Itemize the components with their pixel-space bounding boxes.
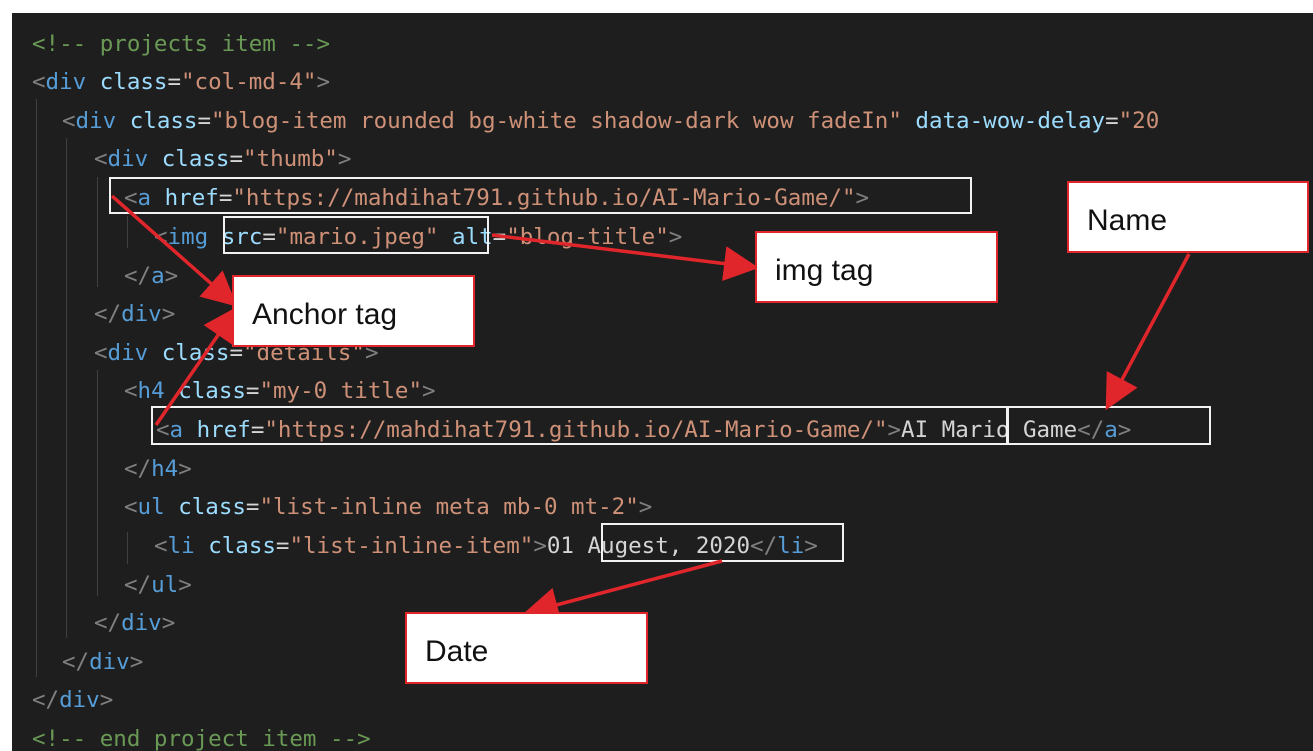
anchor-arrow: [154, 306, 238, 426]
img-arrow: [491, 233, 759, 281]
name-arrow: [1105, 253, 1191, 411]
date-callout: Date: [405, 612, 648, 684]
date-arrow: [523, 559, 723, 622]
img-tag-callout: img tag: [755, 231, 998, 303]
annotation-arrows: [110, 194, 1191, 622]
name-callout: Name: [1067, 181, 1309, 253]
anchor-arrow: [110, 194, 238, 307]
anchor-tag-callout: Anchor tag: [232, 275, 475, 347]
